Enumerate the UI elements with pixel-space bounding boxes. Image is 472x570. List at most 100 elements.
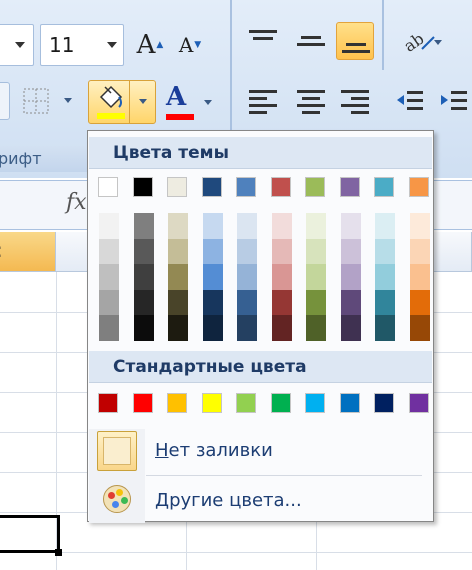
theme-tint-swatch[interactable] bbox=[409, 238, 430, 265]
align-center-button[interactable] bbox=[292, 82, 330, 120]
color-palette-icon bbox=[103, 485, 131, 513]
theme-tint-swatch[interactable] bbox=[306, 289, 326, 316]
theme-tint-swatch[interactable] bbox=[168, 264, 188, 291]
standard-color-swatch[interactable] bbox=[270, 393, 291, 413]
decrease-indent-icon bbox=[397, 91, 423, 110]
fill-handle[interactable] bbox=[55, 549, 62, 556]
fill-color-button[interactable] bbox=[88, 80, 156, 124]
theme-tint-swatch[interactable] bbox=[375, 213, 395, 239]
standard-color-swatch[interactable] bbox=[201, 393, 222, 413]
fx-icon[interactable]: fx bbox=[66, 190, 87, 215]
grow-font-button[interactable]: A ▲ bbox=[132, 24, 168, 66]
align-right-button[interactable] bbox=[336, 82, 374, 120]
theme-tint-swatch[interactable] bbox=[409, 213, 430, 239]
theme-tint-swatch[interactable] bbox=[99, 315, 119, 342]
orientation-icon: ab bbox=[400, 29, 435, 56]
theme-tint-swatch[interactable] bbox=[99, 264, 119, 291]
font-color-button[interactable]: A bbox=[160, 82, 218, 122]
column-header-selected[interactable]: : bbox=[0, 232, 56, 272]
align-left-button[interactable] bbox=[244, 82, 282, 120]
chevron-down-icon[interactable] bbox=[139, 99, 147, 104]
theme-tint-swatch[interactable] bbox=[202, 213, 223, 239]
theme-tint-swatch[interactable] bbox=[133, 264, 154, 291]
theme-tint-swatch[interactable] bbox=[237, 315, 257, 342]
theme-tint-swatch[interactable] bbox=[271, 289, 292, 316]
theme-color-swatch[interactable] bbox=[270, 177, 291, 197]
increase-indent-button[interactable] bbox=[436, 82, 472, 120]
chevron-down-icon[interactable] bbox=[204, 100, 212, 105]
theme-tint-swatch[interactable] bbox=[306, 315, 326, 342]
standard-color-swatch[interactable] bbox=[98, 393, 118, 413]
font-size-dropdown[interactable]: 11 bbox=[40, 24, 124, 66]
theme-tint-swatch[interactable] bbox=[168, 238, 188, 265]
theme-tint-swatch[interactable] bbox=[409, 264, 430, 291]
theme-tint-swatch[interactable] bbox=[375, 264, 395, 291]
theme-tint-swatch[interactable] bbox=[133, 238, 154, 265]
theme-tint-swatch[interactable] bbox=[306, 238, 326, 265]
theme-tint-swatch[interactable] bbox=[306, 213, 326, 239]
theme-color-swatch[interactable] bbox=[167, 177, 187, 197]
theme-tint-swatch[interactable] bbox=[271, 238, 292, 265]
standard-color-swatch[interactable] bbox=[339, 393, 360, 413]
orientation-button[interactable]: ab bbox=[390, 22, 446, 62]
theme-tint-swatch[interactable] bbox=[168, 289, 188, 316]
align-bottom-button[interactable] bbox=[336, 22, 374, 60]
theme-tint-swatch[interactable] bbox=[271, 213, 292, 239]
theme-color-swatch[interactable] bbox=[339, 177, 360, 197]
theme-tint-swatch[interactable] bbox=[202, 238, 223, 265]
theme-tint-swatch[interactable] bbox=[202, 264, 223, 291]
theme-tint-swatch[interactable] bbox=[202, 315, 223, 342]
theme-tint-swatch[interactable] bbox=[168, 315, 188, 342]
theme-tint-swatch[interactable] bbox=[271, 264, 292, 291]
theme-color-swatch[interactable] bbox=[132, 177, 153, 197]
standard-color-swatch[interactable] bbox=[132, 393, 153, 413]
align-top-button[interactable] bbox=[244, 22, 282, 60]
theme-tint-swatch[interactable] bbox=[409, 289, 430, 316]
theme-tint-swatch[interactable] bbox=[271, 315, 292, 342]
standard-color-swatch[interactable] bbox=[408, 393, 429, 413]
shrink-font-button[interactable]: A ▼ bbox=[172, 24, 208, 66]
svg-text:ab: ab bbox=[400, 29, 427, 56]
theme-tint-swatch[interactable] bbox=[168, 213, 188, 239]
decrease-indent-button[interactable] bbox=[392, 82, 428, 120]
theme-tint-swatch[interactable] bbox=[375, 238, 395, 265]
more-colors-menu-item[interactable]: Другие цвета... bbox=[89, 477, 432, 525]
theme-tint-swatch[interactable] bbox=[409, 315, 430, 342]
theme-tint-swatch[interactable] bbox=[340, 315, 361, 342]
theme-tint-swatch[interactable] bbox=[237, 289, 257, 316]
theme-tint-swatch[interactable] bbox=[133, 213, 154, 239]
standard-color-swatch[interactable] bbox=[305, 393, 325, 413]
theme-tint-swatch[interactable] bbox=[340, 213, 361, 239]
theme-color-swatch[interactable] bbox=[374, 177, 394, 197]
theme-tint-swatch[interactable] bbox=[99, 238, 119, 265]
theme-color-swatch[interactable] bbox=[305, 177, 325, 197]
theme-tint-swatch[interactable] bbox=[340, 289, 361, 316]
theme-tint-swatch[interactable] bbox=[340, 238, 361, 265]
no-fill-menu-item[interactable]: Нет заливки bbox=[89, 427, 432, 475]
theme-tint-swatch[interactable] bbox=[237, 264, 257, 291]
font-name-dropdown[interactable] bbox=[0, 24, 34, 66]
theme-tint-swatch[interactable] bbox=[133, 289, 154, 316]
standard-colors-header: Стандартные цвета bbox=[89, 351, 432, 383]
theme-tint-swatch[interactable] bbox=[99, 213, 119, 239]
borders-button[interactable] bbox=[16, 82, 78, 120]
theme-tint-swatch[interactable] bbox=[375, 315, 395, 342]
theme-color-swatch[interactable] bbox=[201, 177, 222, 197]
theme-tint-swatch[interactable] bbox=[133, 315, 154, 342]
theme-tint-swatch[interactable] bbox=[340, 264, 361, 291]
theme-tint-swatch[interactable] bbox=[375, 289, 395, 316]
theme-color-swatch[interactable] bbox=[408, 177, 429, 197]
align-middle-button[interactable] bbox=[292, 22, 330, 60]
standard-color-swatch[interactable] bbox=[236, 393, 256, 413]
theme-tint-swatch[interactable] bbox=[237, 213, 257, 239]
theme-tint-swatch[interactable] bbox=[306, 264, 326, 291]
selected-cell[interactable] bbox=[0, 515, 60, 553]
theme-tint-swatch[interactable] bbox=[99, 289, 119, 316]
theme-tint-swatch[interactable] bbox=[237, 238, 257, 265]
underline-button[interactable] bbox=[0, 82, 10, 120]
theme-color-swatch[interactable] bbox=[236, 177, 256, 197]
standard-color-swatch[interactable] bbox=[167, 393, 187, 413]
theme-color-swatch[interactable] bbox=[98, 177, 118, 197]
standard-color-swatch[interactable] bbox=[374, 393, 394, 413]
theme-tint-swatch[interactable] bbox=[202, 289, 223, 316]
